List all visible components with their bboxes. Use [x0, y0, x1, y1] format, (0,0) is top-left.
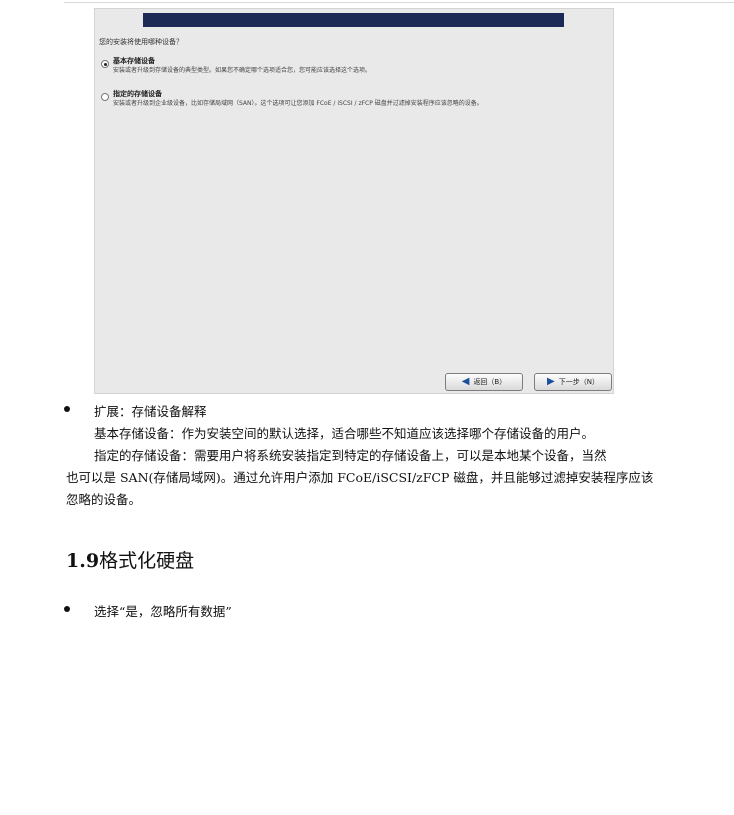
option-specialized-storage-desc: 安装或者升级到企业级设备，比如存储局域网（SAN）。这个选项可让您添加 FCoE…	[113, 100, 483, 107]
paragraph-specialized-storage-line1: 指定的存储设备：需要用户将系统安装指定到特定的存储设备上，可以是本地某个设备，当…	[94, 448, 607, 463]
radio-basic-storage[interactable]	[101, 60, 109, 68]
option-basic-storage-desc: 安装或者升级到存储设备的典型类型。如果您不确定哪个选项适合您，您可能应该选择这个…	[113, 67, 372, 74]
option-specialized-storage-title: 指定的存储设备	[113, 90, 162, 98]
top-divider	[64, 2, 734, 3]
section-heading: 1.9格式化硬盘	[66, 546, 194, 573]
section-title: 格式化硬盘	[99, 550, 195, 572]
installer-question: 您的安装将使用哪种设备？	[99, 38, 183, 46]
next-button[interactable]: ▶ 下一步（N）	[534, 373, 612, 391]
back-button[interactable]: ◀ 返回（B）	[445, 373, 523, 391]
bullet-select-ignore-data: 选择“是，忽略所有数据”	[94, 604, 232, 619]
paragraph-specialized-storage-line3: 忽略的设备。	[66, 492, 142, 507]
installer-banner	[143, 13, 564, 27]
next-button-label: 下一步（N）	[558, 378, 599, 386]
paragraph-basic-storage: 基本存储设备：作为安装空间的默认选择，适合哪些不知道应该选择哪个存储设备的用户。	[94, 426, 595, 441]
arrow-right-icon: ▶	[547, 376, 555, 387]
back-button-label: 返回（B）	[473, 378, 507, 386]
radio-specialized-storage[interactable]	[101, 93, 109, 101]
bullet-storage-explanation: 扩展：存储设备解释	[94, 404, 207, 419]
option-basic-storage-title: 基本存储设备	[113, 57, 155, 65]
bullet-dot	[64, 406, 70, 412]
paragraph-specialized-storage-line2: 也可以是 SAN(存储局域网)。通过允许用户添加 FCoE/iSCSI/zFCP…	[66, 470, 654, 485]
arrow-left-icon: ◀	[461, 376, 470, 387]
section-number: 1.9	[66, 550, 100, 572]
bullet-dot	[64, 606, 70, 612]
installer-screenshot: 您的安装将使用哪种设备？ 基本存储设备 安装或者升级到存储设备的典型类型。如果您…	[94, 8, 614, 394]
